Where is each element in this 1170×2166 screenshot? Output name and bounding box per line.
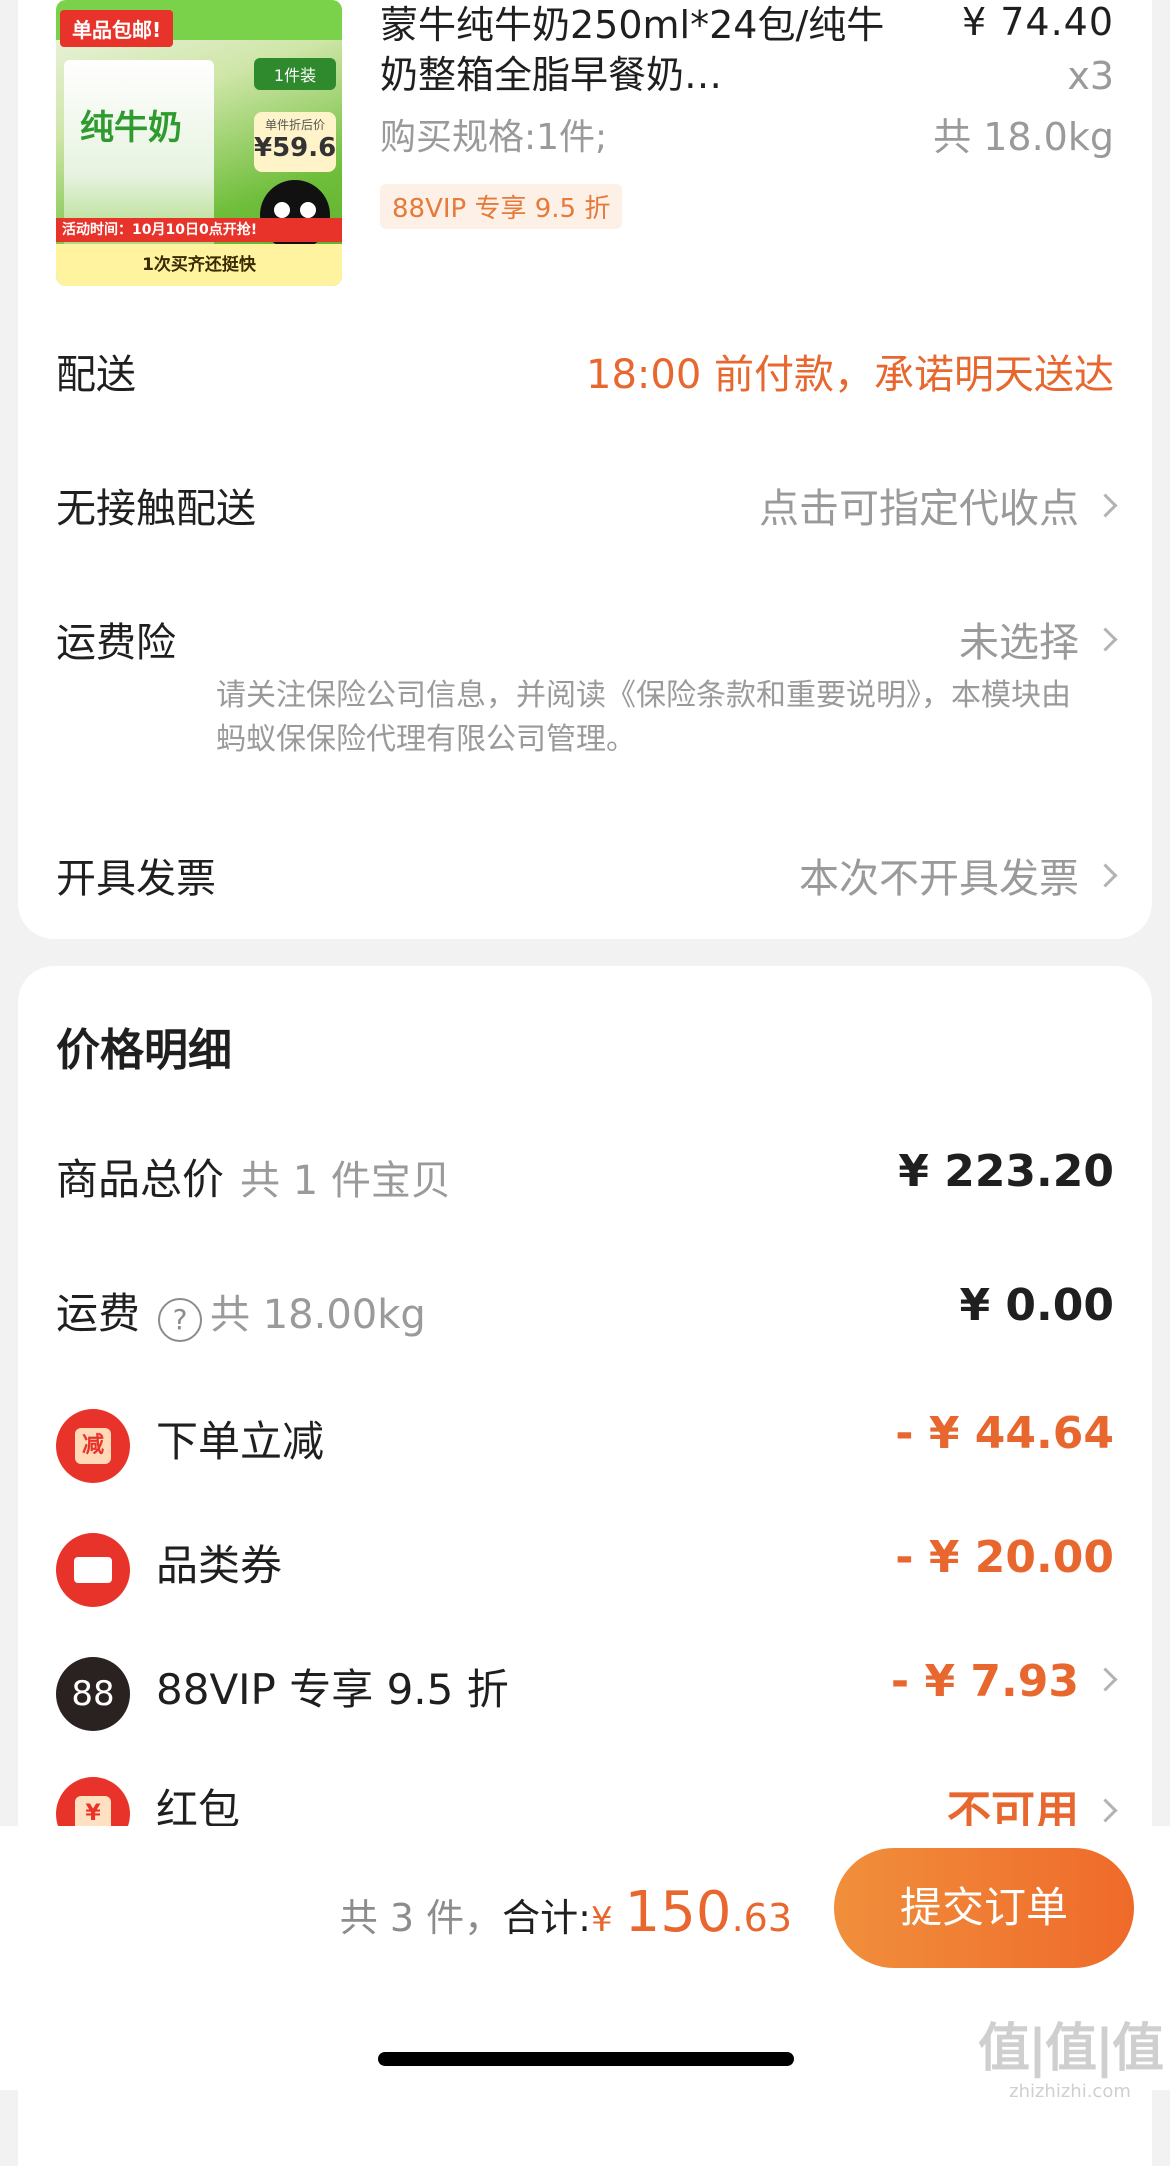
shipping-insurance-label: 运费险 — [56, 620, 176, 666]
freight-label: 运费 — [56, 1289, 141, 1338]
submit-order-button[interactable]: 提交订单 — [834, 1848, 1134, 1968]
product-spec: 购买规格:1件; — [380, 117, 608, 158]
chevron-right-icon — [1093, 1667, 1118, 1692]
goods-total-amount: ¥ 223.20 — [898, 1146, 1114, 1197]
checkout-bar: 共 3 件，合计:¥ 150.63 提交订单 值|值|值 zhizhizhi.c… — [0, 1826, 1170, 2102]
freight-weight: 共 18.00kg — [210, 1292, 426, 1338]
vip-discount-row[interactable]: 88 88VIP 专享 9.5 折 - ¥ 7.93 — [56, 1656, 1118, 1731]
product-weight: 共 18.0kg — [933, 115, 1114, 159]
coupon-icon — [56, 1532, 130, 1607]
total-integer: 150 — [624, 1880, 732, 1945]
insurance-note: 请关注保险公司信息，并阅读《保险条款和重要说明》，本模块由蚂蚁保保险代理有限公司… — [216, 678, 1071, 757]
invoice-value: 本次不开具发票 — [799, 846, 1118, 904]
product-quantity: x3 — [1067, 54, 1114, 98]
total-label: 合计: — [502, 1896, 591, 1940]
total-currency: ¥ — [590, 1900, 613, 1940]
chevron-right-icon — [1093, 627, 1118, 652]
category-coupon-label: 品类券 — [156, 1541, 283, 1590]
contactless-value: 点击可指定代收点 — [759, 476, 1118, 534]
order-discount-amount: - ¥ 44.64 — [895, 1408, 1114, 1459]
order-discount-label: 下单立减 — [156, 1417, 325, 1466]
goods-total-label: 商品总价 — [56, 1155, 225, 1204]
chevron-right-icon — [1093, 863, 1118, 888]
product-price: ¥ 74.40 — [961, 0, 1114, 44]
home-indicator — [378, 2052, 794, 2066]
help-icon[interactable]: ? — [158, 1297, 203, 1342]
discount-icon: 减 — [56, 1408, 130, 1483]
order-info-card: 单品包邮! 纯牛奶 1件装 单件折后价 ¥59.6 活动时间：10月10日0点开… — [18, 0, 1152, 939]
thumb-footer-band: 活动时间：10月10日0点开抢! 1次买齐还挺快 — [56, 218, 342, 286]
thumb-free-shipping-tag: 单品包邮! — [60, 10, 174, 47]
milk-box-title: 纯牛奶 — [80, 108, 182, 148]
chevron-right-icon — [1093, 493, 1118, 518]
contactless-delivery-row[interactable]: 无接触配送 点击可指定代收点 — [56, 476, 1118, 534]
vip-discount-badge: 88VIP 专享 9.5 折 — [380, 184, 623, 229]
goods-total-row: 商品总价共 1 件宝贝 ¥ 223.20 — [56, 1146, 1114, 1206]
product-thumbnail[interactable]: 单品包邮! 纯牛奶 1件装 单件折后价 ¥59.6 活动时间：10月10日0点开… — [56, 0, 342, 286]
invoice-row[interactable]: 开具发票 本次不开具发票 — [56, 846, 1118, 904]
contactless-label: 无接触配送 — [56, 486, 256, 532]
chevron-right-icon — [1093, 1798, 1118, 1823]
order-total: 共 3 件，合计:¥ 150.63 — [340, 1880, 792, 1945]
shipping-insurance-value: 未选择 — [959, 610, 1118, 668]
vip-discount-label: 88VIP 专享 9.5 折 — [156, 1665, 509, 1714]
thumb-unit-price: 单件折后价 ¥59.6 — [254, 112, 336, 172]
item-count: 共 3 件， — [339, 1896, 503, 1940]
invoice-label: 开具发票 — [56, 856, 216, 902]
site-watermark: 值|值|值 zhizhizhi.com — [978, 2019, 1164, 2102]
delivery-promise: 18:00 前付款，承诺明天送达 — [586, 352, 1114, 398]
delivery-label: 配送 — [56, 352, 136, 398]
order-discount-row: 减下单立减 - ¥ 44.64 — [56, 1408, 1114, 1483]
vip-discount-amount: - ¥ 7.93 — [891, 1656, 1118, 1707]
goods-count: 共 1 件宝贝 — [240, 1158, 451, 1204]
freight-row: 运费? 共 18.00kg ¥ 0.00 — [56, 1280, 1115, 1342]
delivery-row: 配送 18:00 前付款，承诺明天送达 — [56, 342, 1114, 400]
category-coupon-row: 品类券 - ¥ 20.00 — [56, 1532, 1114, 1607]
freight-amount: ¥ 0.00 — [959, 1280, 1115, 1331]
thumb-pack-tag: 1件装 — [254, 58, 336, 90]
shipping-insurance-row[interactable]: 运费险 未选择 — [56, 610, 1118, 668]
price-detail-title: 价格明细 — [56, 1025, 232, 1076]
total-decimal: .63 — [731, 1896, 792, 1940]
vip-88-icon: 88 — [56, 1656, 130, 1731]
category-coupon-amount: - ¥ 20.00 — [895, 1532, 1114, 1583]
product-title[interactable]: 蒙牛纯牛奶250ml*24包/纯牛奶整箱全脂早餐奶… — [380, 0, 900, 100]
